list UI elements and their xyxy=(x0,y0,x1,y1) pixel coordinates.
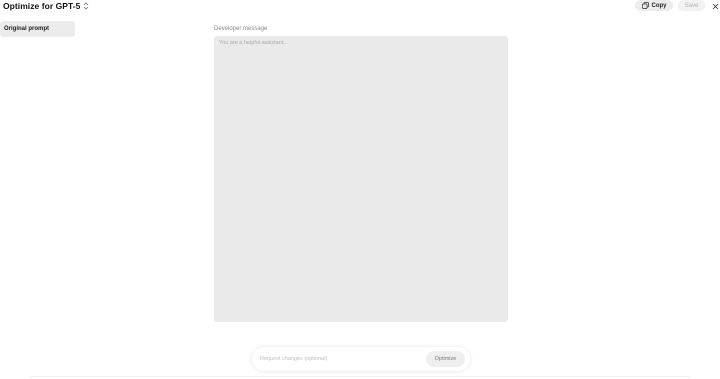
request-changes-input[interactable] xyxy=(260,353,420,365)
save-label: Save xyxy=(684,2,699,9)
page-title: Optimize for GPT-5 xyxy=(3,1,81,11)
request-bar: Optimize xyxy=(252,347,470,371)
optimize-button[interactable]: Optimize xyxy=(426,351,465,367)
save-button[interactable]: Save xyxy=(678,0,705,11)
close-button[interactable] xyxy=(711,0,720,11)
optimize-label: Optimize xyxy=(434,356,457,362)
copy-icon xyxy=(641,2,649,9)
header: Optimize for GPT-5 Copy Save xyxy=(0,0,720,14)
developer-message-input[interactable] xyxy=(214,36,508,322)
developer-message-label: Developer message xyxy=(214,26,268,32)
copy-label: Copy xyxy=(651,2,667,9)
sidebar-item-original-prompt[interactable]: Original prompt xyxy=(0,21,75,37)
divider xyxy=(30,376,690,377)
model-selector[interactable]: Optimize for GPT-5 xyxy=(3,0,89,12)
chevron-up-down-icon xyxy=(83,2,89,10)
copy-button[interactable]: Copy xyxy=(635,0,673,11)
sidebar-item-label: Original prompt xyxy=(4,26,49,32)
close-icon xyxy=(712,0,719,15)
